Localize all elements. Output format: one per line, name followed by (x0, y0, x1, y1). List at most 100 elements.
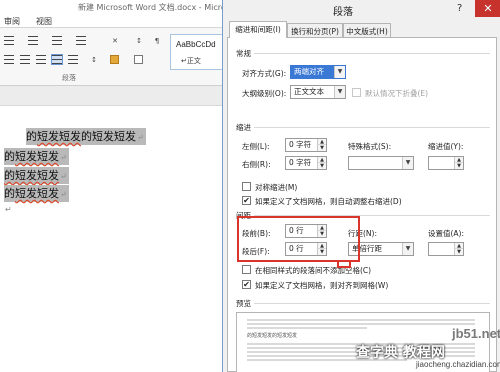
spin-down-icon[interactable]: ▼ (455, 163, 463, 169)
section-general: 常规 (236, 49, 251, 58)
indent-by-label: 缩进值(Y): (428, 142, 464, 151)
preview-line (247, 319, 475, 321)
doc-text-misspelled: 的短发短发 (4, 169, 59, 182)
doc-line-2: 的短发短发↵ (4, 148, 69, 165)
preview-line (247, 327, 367, 329)
dialog-title: 段落 (333, 7, 353, 18)
spin-down-icon[interactable]: ▼ (318, 163, 326, 169)
special-select[interactable]: ▼ (348, 156, 414, 170)
indent-left-input[interactable]: 0 字符 ▲ ▼ (285, 138, 327, 152)
outline-level-select[interactable]: 正文文本 ▼ (290, 85, 346, 99)
section-preview: 预览 (236, 299, 251, 308)
paragraph-group-label: 段落 (62, 74, 76, 82)
no-space-same-style-label: 在相同样式的段落间不添加空格(C) (255, 266, 372, 275)
borders-icon[interactable] (134, 55, 143, 64)
help-icon[interactable]: ? (457, 3, 467, 14)
line-spacing-icon[interactable]: ↕ (88, 55, 100, 65)
align-center-icon[interactable] (20, 55, 30, 64)
distributed-icon[interactable] (68, 55, 78, 64)
spinner[interactable]: ▲ ▼ (454, 157, 463, 169)
tab-view[interactable]: 视图 (36, 16, 52, 27)
style-normal[interactable]: AaBbCcDd ↵正文 (170, 34, 224, 70)
watermark-domain: jb51.net (452, 326, 500, 341)
outline-level-value: 正文文本 (294, 87, 324, 96)
tab-indents-spacing[interactable]: 缩进和间距(I) (229, 21, 287, 38)
dialog-panel: 常规 对齐方式(G): 两端对齐 ▼ 大纲级别(O): 正文文本 ▼ 默认情况下… (227, 37, 497, 372)
watermark-text: 查字典 教程网 (356, 345, 445, 361)
shading-icon[interactable] (110, 55, 119, 64)
doc-text: 的 (4, 150, 15, 163)
outline-level-label: 大纲级别(O): (242, 89, 287, 98)
divider (254, 53, 490, 54)
paragraph-dialog: 段落 ? ✕ 缩进和间距(I) 换行和分页(P) 中文版式(H) 常规 对齐方式… (222, 0, 500, 372)
divider (254, 127, 490, 128)
doc-text: 的 (26, 130, 37, 143)
indent-right-input[interactable]: 0 字符 ▲ ▼ (285, 156, 327, 170)
tab-asian-typography[interactable]: 中文版式(H) (343, 23, 391, 38)
align-left-icon[interactable] (4, 55, 14, 64)
indent-left-value: 0 字符 (289, 140, 312, 149)
divider (254, 303, 490, 304)
paragraph-mark: ↵ (60, 190, 67, 199)
snap-to-grid-checkbox[interactable]: ✔ (242, 280, 251, 289)
numbering-icon[interactable] (28, 36, 38, 45)
style-name: ↵正文 (181, 57, 201, 65)
paragraph-mark: ↵ (60, 172, 67, 181)
alignment-label: 对齐方式(G): (242, 69, 287, 78)
auto-adjust-checkbox[interactable]: ✔ (242, 196, 251, 205)
tab-line-page-breaks[interactable]: 换行和分页(P) (287, 23, 343, 38)
word-window-title: 新建 Microsoft Word 文档.docx - Microso (78, 3, 235, 12)
doc-line-4: 的短发短发↵ (4, 185, 69, 202)
preview-sample-text: 的短发短发的短发短发 (247, 333, 298, 339)
alignment-select[interactable]: 两端对齐 ▼ (290, 65, 346, 79)
auto-adjust-label: 如果定义了文档网格，则自动调整右缩进(D) (255, 197, 402, 206)
chevron-down-icon: ▼ (334, 86, 345, 98)
multilevel-list-icon[interactable] (52, 36, 62, 45)
decrease-indent-icon[interactable] (76, 36, 86, 45)
watermark-site: jiaocheng.chazidian.com (416, 360, 500, 369)
spinner[interactable]: ▲ ▼ (454, 243, 463, 255)
spacing-at-input[interactable]: ▲ ▼ (428, 242, 464, 256)
dialog-titlebar: 段落 ? ✕ (223, 0, 500, 18)
special-label: 特殊格式(S): (348, 142, 392, 151)
spin-down-icon[interactable]: ▼ (455, 249, 463, 255)
chinese-layout-icon[interactable]: ✕ (110, 36, 120, 46)
tab-review[interactable]: 审阅 (4, 16, 20, 27)
bullets-icon[interactable] (4, 36, 14, 45)
paragraph-mark: ↵ (137, 133, 144, 142)
spacing-at-label: 设置值(A): (428, 229, 465, 238)
preview-line (247, 323, 475, 325)
sort-icon[interactable]: ↕ (134, 36, 144, 46)
indent-right-value: 0 字符 (289, 158, 312, 167)
doc-line-3: 的短发短发↵ (4, 167, 69, 184)
spin-down-icon[interactable]: ▼ (318, 145, 326, 151)
doc-text: 的 (4, 187, 15, 200)
collapsed-checkbox[interactable] (352, 88, 361, 97)
show-marks-icon[interactable]: ¶ (152, 36, 162, 46)
annotation-highlight (237, 216, 360, 262)
close-button[interactable]: ✕ (475, 0, 500, 17)
indent-by-input[interactable]: ▲ ▼ (428, 156, 464, 170)
doc-text-misspelled: 短发短发 (15, 150, 59, 163)
snap-to-grid-label: 如果定义了文档网格，则对齐到网格(W) (255, 281, 389, 290)
no-space-same-style-checkbox[interactable] (242, 265, 251, 274)
alignment-value: 两端对齐 (294, 67, 324, 76)
style-sample: AaBbCcDd (176, 40, 216, 49)
chevron-down-icon: ▼ (402, 243, 413, 255)
spinner[interactable]: ▲ ▼ (317, 157, 326, 169)
paragraph-mark: ↵ (60, 153, 67, 162)
spinner[interactable]: ▲ ▼ (317, 139, 326, 151)
chevron-down-icon: ▼ (402, 157, 413, 169)
annotation-highlight (337, 260, 351, 268)
indent-right-label: 右侧(R): (242, 160, 271, 169)
section-indentation: 缩进 (236, 123, 251, 132)
justify-icon[interactable] (51, 54, 63, 65)
mirror-indents-label: 对称缩进(M) (255, 183, 298, 192)
mirror-indents-checkbox[interactable] (242, 182, 251, 191)
indent-left-label: 左侧(L): (242, 142, 270, 151)
collapsed-label: 默认情况下折叠(E) (365, 89, 429, 98)
doc-text-misspelled: 短发短发 (37, 130, 81, 143)
doc-line-1: 的短发短发的短发短发↵ (26, 128, 146, 145)
watermark: jb51.net 查字典 教程网 jiaocheng.chazidian.com (356, 326, 500, 372)
align-right-icon[interactable] (36, 55, 46, 64)
